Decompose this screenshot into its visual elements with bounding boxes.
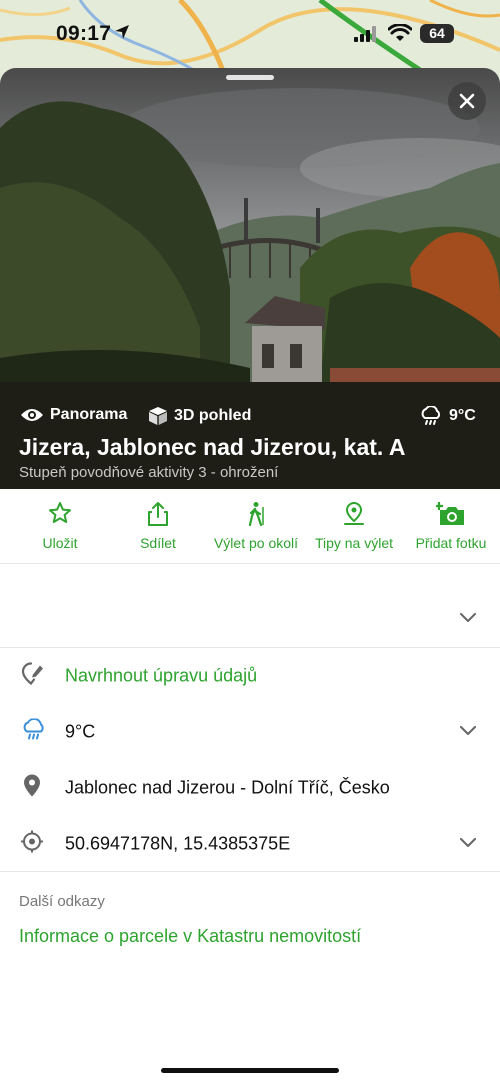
- save-label: Uložit: [42, 535, 78, 551]
- cellular-signal-icon: [354, 26, 376, 47]
- more-links-heading: Další odkazy: [19, 893, 105, 910]
- save-button[interactable]: Uložit: [10, 489, 110, 564]
- nearby-trip-label: Výlet po okolí: [213, 535, 299, 551]
- weather-icon: [20, 717, 48, 746]
- weather-chip[interactable]: 9°C: [419, 406, 476, 426]
- address-value: Jablonec nad Jizerou - Dolní Tříč, Česko: [65, 777, 390, 798]
- place-photo[interactable]: [0, 68, 500, 382]
- place-title: Jizera, Jablonec nad Jizerou, kat. A: [19, 434, 406, 460]
- coordinates-value: 50.6947178N, 15.4385375E: [65, 833, 291, 854]
- suggest-edit-link: Navrhnout úpravu údajů: [65, 665, 258, 686]
- battery-indicator: 64: [420, 24, 454, 43]
- location-arrow-icon: [114, 24, 130, 45]
- section-divider: [0, 871, 500, 872]
- add-photo-label: Přidat fotku: [415, 535, 487, 551]
- chevron-down-icon: [460, 835, 476, 853]
- share-button[interactable]: Sdílet: [108, 489, 208, 564]
- place-detail-sheet: Panorama 3D pohled 9°C Jizera, Jablonec …: [0, 68, 500, 1084]
- place-info-strip: Panorama 3D pohled 9°C Jizera, Jablonec …: [0, 382, 500, 489]
- status-bar: 09:17 64: [0, 0, 500, 66]
- close-icon: [459, 93, 475, 109]
- home-indicator[interactable]: [161, 1068, 339, 1073]
- panorama-button[interactable]: Panorama: [20, 406, 127, 424]
- share-label: Sdílet: [140, 535, 176, 551]
- collapsed-info-row[interactable]: [0, 564, 500, 648]
- 3d-view-button[interactable]: 3D pohled: [148, 406, 251, 426]
- trip-tips-label: Tipy na výlet: [314, 535, 394, 551]
- suggest-edit-row[interactable]: Navrhnout úpravu údajů: [0, 648, 500, 704]
- place-subtitle: Stupeň povodňové aktivity 3 - ohrožení: [19, 464, 279, 481]
- chevron-down-icon: [460, 723, 476, 741]
- nearby-trip-button[interactable]: Výlet po okolí: [206, 489, 306, 564]
- eye-icon: [21, 409, 43, 421]
- cube-icon: [149, 407, 167, 425]
- action-bar: Uložit Sdílet Výlet po okolí Tipy na výl…: [0, 489, 500, 564]
- star-icon: [48, 501, 72, 530]
- panorama-label: Panorama: [50, 406, 128, 423]
- wifi-icon: [387, 23, 413, 47]
- 3d-view-label: 3D pohled: [174, 407, 252, 424]
- weather-value: 9°C: [65, 721, 96, 742]
- status-time: 09:17: [56, 22, 112, 45]
- location-pin-icon: [20, 773, 44, 804]
- share-icon: [146, 501, 170, 532]
- add-photo-button[interactable]: Přidat fotku: [401, 489, 500, 564]
- add-photo-icon: [435, 501, 466, 532]
- address-row[interactable]: Jablonec nad Jizerou - Dolní Tříč, Česko: [0, 760, 500, 816]
- close-button[interactable]: [448, 82, 486, 120]
- coordinates-row[interactable]: 50.6947178N, 15.4385375E: [0, 816, 500, 872]
- hiker-icon: [245, 501, 267, 532]
- weather-row[interactable]: 9°C: [0, 704, 500, 760]
- sheet-grabber[interactable]: [226, 75, 274, 80]
- crosshair-icon: [20, 830, 44, 859]
- edit-pin-icon: [20, 661, 44, 692]
- chevron-down-icon: [460, 610, 476, 628]
- weather-temperature: 9°C: [449, 407, 476, 424]
- rain-cloud-icon: [421, 406, 441, 425]
- cadastre-link[interactable]: Informace o parcele v Katastru nemovitos…: [19, 926, 361, 947]
- pin-icon: [342, 501, 366, 532]
- trip-tips-button[interactable]: Tipy na výlet: [304, 489, 404, 564]
